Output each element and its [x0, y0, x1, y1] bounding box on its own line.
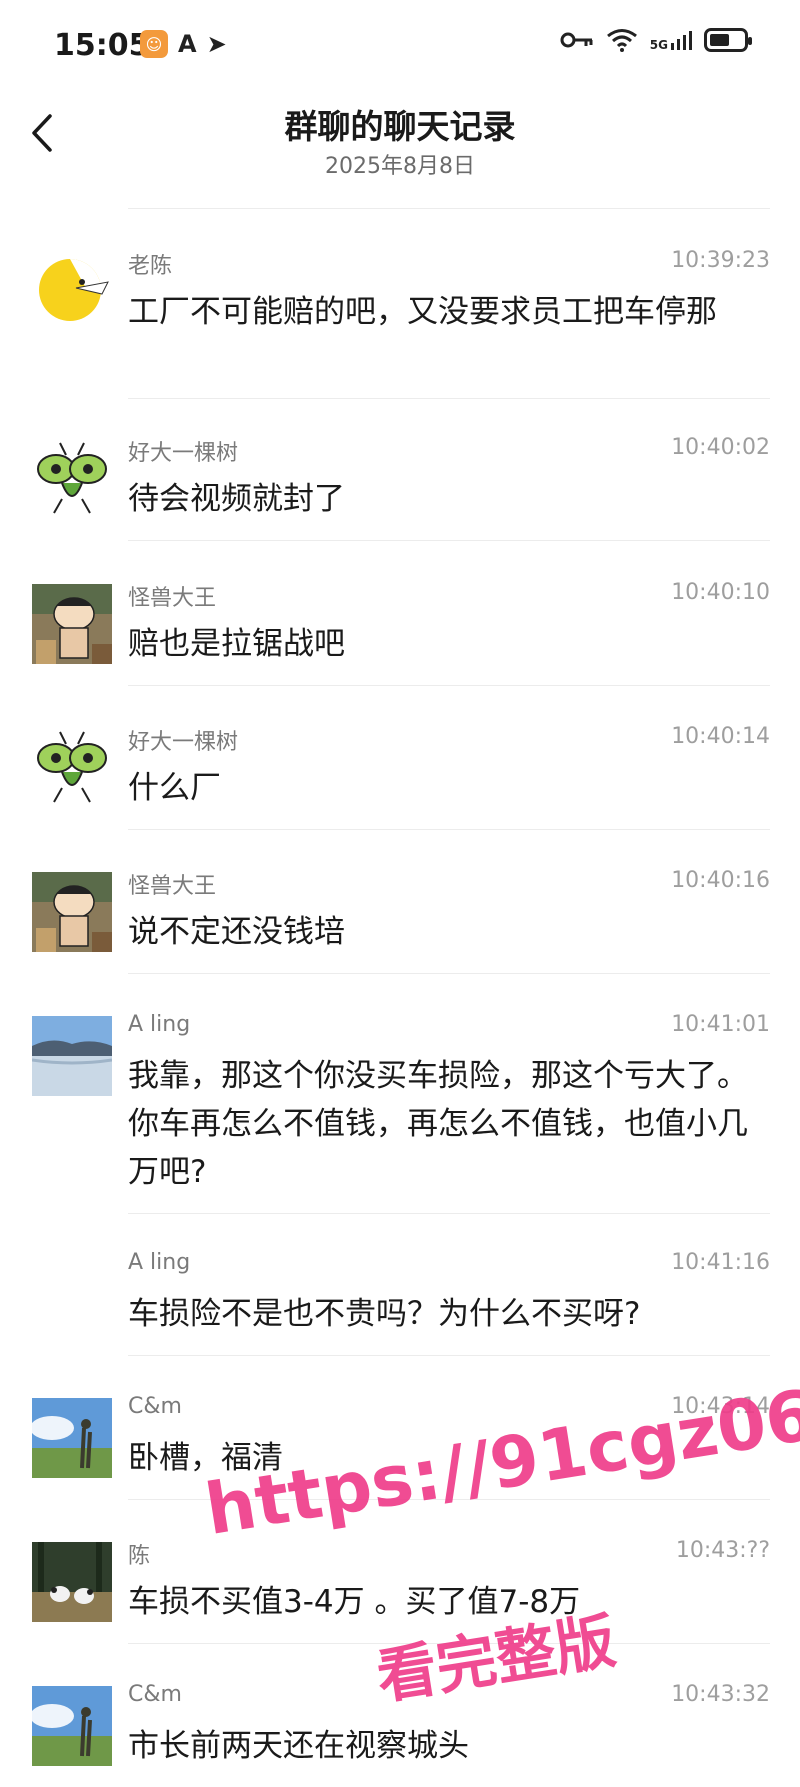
message-item[interactable]: 好大一棵树 10:40:14 什么厂 — [0, 724, 800, 824]
message-item[interactable]: 怪兽大王 10:40:16 说不定还没钱培 — [0, 868, 800, 968]
page-title: 群聊的聊天记录 — [284, 107, 516, 146]
message-item[interactable]: A ling 10:41:01 我靠，那这个你没买车损险，那这个亏大了。你车再怎… — [0, 1012, 800, 1212]
message-text: 说不定还没钱培 — [128, 914, 345, 950]
message-item[interactable]: 怪兽大王 10:40:10 赔也是拉锯战吧 — [0, 580, 800, 680]
sender-name: 怪兽大王 — [128, 874, 217, 899]
status-bar: 15:05 ☺ A ➤ 5G — [0, 0, 800, 90]
message-item[interactable]: 老陈 10:39:23 工厂不可能赔的吧，又没要求员工把车停那 — [0, 248, 800, 398]
avatar[interactable] — [32, 728, 112, 808]
divider — [128, 973, 770, 974]
message-text: 车损险不是也不贵吗？为什么不买呀? — [128, 1296, 641, 1332]
status-system-icons: 5G — [560, 28, 752, 52]
green-bug-avatar-icon — [32, 439, 112, 519]
lake-avatar-icon — [32, 1016, 112, 1096]
message-text: 工厂不可能赔的吧，又没要求员工把车停那 — [128, 294, 717, 330]
sender-name: 老陈 — [128, 254, 173, 279]
key-icon — [560, 32, 593, 48]
app-notification-icon: ☺ — [140, 30, 168, 58]
divider — [128, 398, 770, 399]
message-text: 市长前两天还在视察城头 — [128, 1728, 469, 1764]
a-notification-icon: A — [178, 30, 197, 58]
message-time: 10:40:16 — [671, 868, 770, 893]
message-text: 什么厂 — [128, 770, 221, 806]
message-item[interactable]: A ling 10:41:16 车损险不是也不贵吗？为什么不买呀? — [0, 1250, 800, 1350]
message-time: 10:43:32 — [671, 1682, 770, 1707]
message-time: 10:40:14 — [671, 724, 770, 749]
cellular-signal-icon: 5G — [650, 29, 692, 51]
avatar[interactable] — [32, 252, 112, 332]
message-time: 10:39:23 — [671, 248, 770, 273]
send-notification-icon: ➤ — [206, 30, 227, 58]
sender-name: C&m — [128, 1682, 182, 1707]
divider — [128, 1213, 770, 1214]
message-item[interactable]: 好大一棵树 10:40:02 待会视频就封了 — [0, 435, 800, 535]
status-notification-icons: ☺ A ➤ — [140, 30, 227, 58]
divider — [128, 829, 770, 830]
avatar[interactable] — [32, 439, 112, 519]
sender-name: A ling — [128, 1250, 191, 1275]
divider — [128, 1355, 770, 1356]
sender-name: C&m — [128, 1394, 182, 1419]
battery-level — [710, 34, 729, 46]
divider — [128, 540, 770, 541]
field-avatar-icon — [32, 1398, 112, 1478]
message-text: 我靠，那这个你没买车损险，那这个亏大了。你车再怎么不值钱，再怎么不值钱，也值小几… — [128, 1058, 748, 1190]
avatar[interactable] — [32, 1686, 112, 1766]
avatar[interactable] — [32, 872, 112, 952]
message-item[interactable]: 陈 10:43:?? 车损不买值3-4万 。买了值7-8万 — [0, 1538, 800, 1638]
avatar[interactable] — [32, 1398, 112, 1478]
cartoon-boy-avatar-icon — [32, 872, 112, 952]
message-time: 10:41:16 — [671, 1250, 770, 1275]
message-text: 赔也是拉锯战吧 — [128, 626, 345, 662]
divider — [128, 685, 770, 686]
avatar[interactable] — [32, 1016, 112, 1096]
sender-name: 陈 — [128, 1544, 151, 1569]
field-avatar-icon — [32, 1686, 112, 1766]
yellow-face-avatar-icon — [32, 252, 112, 332]
sender-name: 好大一棵树 — [128, 730, 239, 755]
chat-history-header: 群聊的聊天记录 2025年8月8日 — [0, 90, 800, 200]
battery-icon — [704, 28, 752, 52]
sender-name: A ling — [128, 1012, 191, 1037]
forest-avatar-icon — [32, 1542, 112, 1622]
page-date: 2025年8月8日 — [325, 154, 475, 179]
message-text: 待会视频就封了 — [128, 481, 345, 517]
green-bug-avatar-icon — [32, 728, 112, 808]
network-type: 5G — [649, 38, 668, 52]
message-time: 10:40:02 — [671, 435, 770, 460]
cartoon-boy-avatar-icon — [32, 584, 112, 664]
sender-name: 好大一棵树 — [128, 441, 239, 466]
message-time: 10:43:?? — [675, 1538, 770, 1563]
message-time: 10:40:10 — [671, 580, 770, 605]
message-time: 10:41:01 — [671, 1012, 770, 1037]
avatar[interactable] — [32, 1542, 112, 1622]
sender-name: 怪兽大王 — [128, 586, 217, 611]
status-time: 15:05 — [54, 28, 150, 63]
header-divider — [128, 208, 770, 209]
avatar[interactable] — [32, 584, 112, 664]
wifi-icon — [606, 29, 637, 52]
signal-bars-icon — [671, 31, 692, 50]
